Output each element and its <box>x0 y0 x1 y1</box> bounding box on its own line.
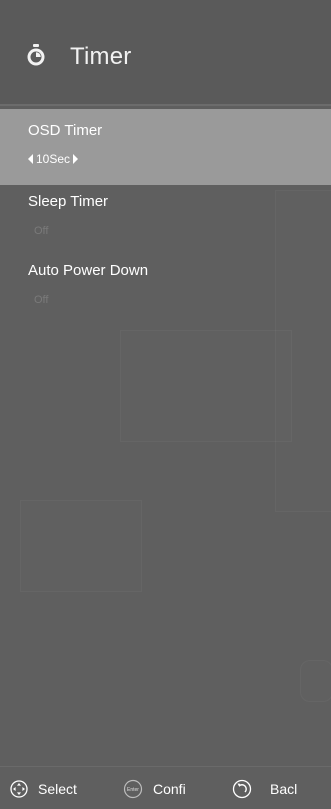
enter-button-icon: Enter <box>123 779 143 798</box>
background-shape <box>300 660 331 702</box>
select-hint: Select <box>10 768 115 809</box>
menu-item-sleep-timer[interactable]: Sleep Timer Off <box>0 180 331 256</box>
dpad-icon <box>10 779 28 798</box>
menu-item-value: Off <box>34 294 49 306</box>
page-title: Timer <box>70 43 132 70</box>
menu-item-value: Off <box>34 225 49 237</box>
stopwatch-icon <box>27 44 45 66</box>
menu-item-osd-timer[interactable]: OSD Timer 10Sec <box>0 109 331 185</box>
menu-header: Timer <box>0 0 331 106</box>
chevron-right-icon[interactable] <box>73 154 79 164</box>
menu-item-label: Auto Power Down <box>28 262 149 279</box>
select-hint-label: Select <box>38 780 77 797</box>
menu-item-value: 10Sec <box>36 152 71 166</box>
confirm-hint: Enter Confi <box>123 768 227 809</box>
back-hint-label: Bacl <box>270 780 298 797</box>
back-hint: Bacl <box>232 768 331 809</box>
menu-item-label: OSD Timer <box>28 122 103 139</box>
menu-item-auto-power-down[interactable]: Auto Power Down Off <box>0 249 331 325</box>
footer-divider <box>0 766 331 767</box>
chevron-left-icon[interactable] <box>28 154 33 164</box>
background-shape <box>20 500 142 592</box>
menu-item-label: Sleep Timer <box>28 193 109 210</box>
header-divider <box>0 104 331 106</box>
background-shape <box>120 330 292 442</box>
osd-timer-value-selector[interactable]: 10Sec <box>28 152 79 166</box>
enter-icon-text: Enter <box>127 787 139 793</box>
confirm-hint-label: Confi <box>153 780 186 797</box>
timer-menu-screen: Timer OSD Timer 10Sec Sleep Timer Off Au… <box>0 0 331 809</box>
key-hint-bar: Select Enter Confi Bacl <box>0 768 331 809</box>
back-arrow-icon <box>232 779 252 798</box>
